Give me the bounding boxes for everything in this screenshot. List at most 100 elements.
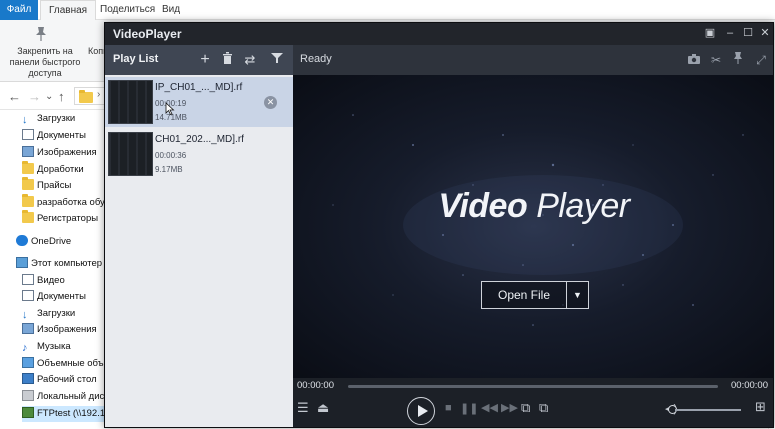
image-icon [22, 146, 34, 157]
playlist-item[interactable]: CH01_202..._MD].rf 00:00:36 9.17MB [105, 129, 293, 179]
stop-icon[interactable]: ■ [445, 402, 452, 414]
previous-file-icon[interactable]: ⧉ [521, 400, 530, 416]
total-time: 00:00:00 [731, 380, 768, 391]
nav-item-folder-dorabotki[interactable]: Доработки [22, 161, 84, 178]
nav-label: Регистраторы [37, 213, 99, 224]
tab-file[interactable]: Файл [0, 0, 38, 20]
expand-icon[interactable]: ⤢ [754, 52, 768, 68]
playlist-item-duration: 00:00:36 [155, 151, 187, 160]
nav-item-onedrive[interactable]: OneDrive [16, 234, 71, 250]
play-button[interactable] [407, 397, 435, 425]
nav-label: Загрузки [37, 113, 76, 124]
remove-item-icon[interactable]: ✕ [264, 96, 277, 109]
minimize-icon[interactable]: – [723, 26, 737, 40]
playlist-panel: Play List + ⇄ IP_CH01_..._MD].rf 00:00:1… [105, 45, 293, 427]
nav-item-local-disk[interactable]: Локальный диск ( [22, 389, 114, 405]
grid-view-icon[interactable]: ⊞ [755, 399, 766, 415]
playlist-item-name: CH01_202..._MD].rf [155, 134, 244, 145]
desktop-icon [22, 373, 34, 384]
back-arrow-icon[interactable]: ← [8, 89, 21, 104]
folder-icon [22, 194, 34, 207]
open-file-button[interactable]: Open File [481, 281, 567, 309]
nav-item-downloads-2[interactable]: ↓ Загрузки [22, 306, 75, 322]
nav-label: Документы [37, 291, 86, 302]
nav-item-documents-2[interactable]: Документы [22, 289, 86, 305]
add-icon[interactable]: + [197, 51, 213, 69]
rewind-icon[interactable]: ◀◀ [481, 401, 498, 414]
nav-label: Локальный диск ( [37, 391, 115, 402]
player-titlebar[interactable]: VideoPlayer ▣ – ☐ ✕ [105, 23, 773, 45]
camera-icon[interactable] [687, 52, 701, 68]
maximize-icon[interactable]: ☐ [741, 26, 755, 40]
folder-icon [22, 210, 34, 223]
nav-item-folder-training[interactable]: разработка обуче [22, 194, 115, 211]
nav-item-folder-recorders[interactable]: Регистраторы [22, 210, 99, 227]
nav-item-documents[interactable]: Документы [22, 128, 86, 144]
nav-item-music[interactable]: ♪ Музыка [22, 339, 71, 355]
forward-arrow-icon[interactable]: → [28, 89, 41, 104]
seek-bar[interactable] [348, 385, 718, 388]
folder-icon [22, 161, 34, 174]
pause-icon[interactable]: ❚❚ [460, 402, 478, 415]
chevron-down-icon[interactable]: ⌄ [45, 91, 53, 102]
video-thumbnail [108, 80, 153, 124]
nav-item-images[interactable]: Изображения [22, 145, 97, 161]
volume-slider[interactable] [675, 409, 741, 411]
download-icon: ↓ [22, 114, 28, 126]
tab-home[interactable]: Главная [40, 0, 97, 20]
nav-label: Видео [37, 275, 65, 286]
video-player-window: VideoPlayer ▣ – ☐ ✕ Play List + ⇄ IP_CH0… [104, 22, 774, 428]
player-controls: 00:00:00 00:00:00 ☰ ⏏ ■ ❚❚ ◀◀ ▶▶ ⧉ ⧉ ◀) … [293, 378, 773, 427]
trash-icon[interactable] [219, 51, 235, 69]
tab-view[interactable]: Вид [154, 0, 188, 20]
nav-item-video[interactable]: Видео [22, 273, 65, 289]
nav-label: Прайсы [37, 180, 72, 191]
pin-icon[interactable] [34, 26, 48, 42]
desktop: Файл Главная Поделиться Вид Закрепить на… [0, 0, 775, 429]
nav-item-folder-prices[interactable]: Прайсы [22, 177, 72, 194]
playlist-header: Play List + ⇄ [105, 45, 293, 75]
close-icon[interactable]: ✕ [758, 26, 772, 40]
repeat-icon[interactable]: ⇄ [242, 51, 258, 69]
player-title: VideoPlayer [113, 27, 182, 41]
up-arrow-icon[interactable]: ↑ [58, 89, 65, 104]
playlist-toggle-icon[interactable]: ☰ [297, 400, 309, 416]
mouse-cursor-icon [165, 102, 175, 115]
fast-forward-icon[interactable]: ▶▶ [501, 401, 518, 414]
pin-quick-access-label[interactable]: Закрепить на панели быстрого доступа [2, 46, 88, 79]
nav-label: Изображения [37, 147, 97, 158]
pin-window-icon[interactable] [731, 52, 745, 68]
particle-background [332, 114, 744, 326]
download-icon: ↓ [22, 309, 28, 321]
video-screen[interactable]: Video Player Open File ▼ [293, 75, 773, 378]
document-icon [22, 129, 34, 140]
next-file-icon[interactable]: ⧉ [539, 400, 548, 416]
filter-icon[interactable] [269, 51, 285, 69]
nav-label: Загрузки [37, 308, 76, 319]
nav-label: OneDrive [31, 236, 72, 247]
open-file-dropdown[interactable]: ▼ [567, 281, 589, 309]
nav-label: Документы [37, 130, 86, 141]
nav-item-downloads[interactable]: ↓ Загрузки [22, 111, 75, 127]
playlist-title: Play List [113, 53, 159, 65]
video-thumbnail [108, 132, 153, 176]
nav-item-desktop[interactable]: Рабочий стол [22, 372, 97, 388]
nav-label: Изображения [37, 324, 97, 335]
nav-label: Доработки [37, 164, 84, 175]
caret-down-icon: ▼ [573, 290, 582, 300]
3d-objects-icon [22, 357, 34, 368]
status-text: Ready [300, 53, 332, 65]
tab-share[interactable]: Поделиться [92, 0, 163, 20]
current-time: 00:00:00 [297, 380, 334, 391]
nav-label: Музыка [37, 341, 71, 352]
nav-item-images-2[interactable]: Изображения [22, 322, 97, 338]
folder-icon [22, 177, 34, 190]
cloud-icon [16, 235, 28, 246]
scissors-icon[interactable]: ✂ [709, 52, 723, 68]
eject-icon[interactable]: ⏏ [317, 400, 329, 416]
playlist-item[interactable]: IP_CH01_..._MD].rf 00:00:19 14.71MB ✕ [105, 77, 293, 127]
folder-icon [79, 90, 93, 103]
restore-icon[interactable]: ▣ [703, 26, 717, 40]
nav-item-this-pc[interactable]: Этот компьютер [16, 256, 102, 272]
video-folder-icon [22, 274, 34, 285]
